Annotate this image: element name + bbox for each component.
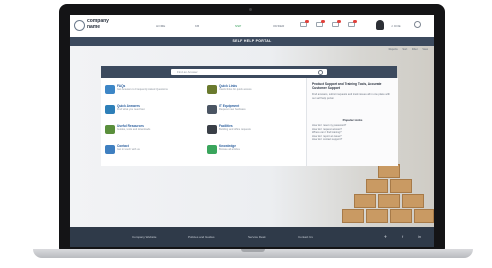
search-bar[interactable]: Find an Answer [171,69,327,75]
ticket-icon[interactable] [332,20,341,28]
search-panel: Find an Answer [101,66,397,78]
wood-block [366,179,388,193]
tile-knowledge[interactable]: Knowledge Browse all articles [207,144,303,160]
toolbar-view[interactable]: View [422,48,428,51]
company-logo-text[interactable]: company name [87,18,109,30]
facilities-icon [207,125,217,134]
tile-faqs[interactable]: FAQs Get Answers to Frequently Asked Que… [105,84,201,100]
toolbar-reports[interactable]: Reports [389,48,398,51]
toolbar: Reports Sort Filter View [385,48,428,51]
page-title: SELF HELP PORTAL [232,39,272,43]
tile-desc: Request new hardware [219,108,246,111]
search-icon[interactable] [318,70,323,75]
toolbar-filter[interactable]: Filter [412,48,418,51]
tile-quick-links[interactable]: Quick Links Useful links for quick acces… [207,84,303,100]
service-tiles: FAQs Get Answers to Frequently Asked Que… [101,78,306,166]
facebook-icon[interactable]: f [400,234,405,239]
tile-desc: Browse all articles [219,148,240,151]
tile-useful-resources[interactable]: Useful Resources Guides, tools and downl… [105,124,201,140]
faq-icon [105,85,115,94]
tile-quick-answers[interactable]: Quick Answers Find what you need fast [105,104,201,120]
nav-item-kb[interactable]: KB [195,24,199,28]
laptop-notch [241,249,265,252]
tile-desc: Get Answers to Frequently Asked Question… [117,88,168,91]
tile-contact[interactable]: Contact Get in touch with us [105,144,201,160]
wood-block [390,179,412,193]
sidebar-heading: Product Support and Training Tools, Accu… [312,82,382,90]
knowledge-icon [207,145,217,154]
alert-icon[interactable] [316,20,325,28]
footer-link[interactable]: Contact Us [298,235,313,239]
resources-icon [105,125,115,134]
toolbar-sort[interactable]: Sort [402,48,407,51]
sidebar-paragraph: Find answers, submit requests and track … [312,93,390,100]
search-input[interactable]: Find an Answer [177,70,198,74]
tile-desc: Find what you need fast [117,108,145,111]
wood-block [342,209,364,223]
popular-links-list: How do I reset my password? How do I req… [312,124,346,142]
wood-block [354,194,376,208]
webcam [249,8,252,11]
nav-item-order[interactable]: ORDER [273,24,284,28]
laptop-base [33,249,473,258]
tile-facilities[interactable]: Facilities Building and office requests [207,124,303,140]
list-item[interactable]: How do I contact support? [312,138,346,142]
equipment-icon [207,105,217,114]
nav-item-home[interactable]: HOME [156,24,165,28]
tile-it-equipment[interactable]: IT Equipment Request new hardware [207,104,303,120]
tile-desc: Useful links for quick access [219,88,252,91]
wood-block [378,164,400,178]
nav-item-ssp[interactable]: SSP [235,24,241,28]
wood-block [366,209,388,223]
info-sidebar: Product Support and Training Tools, Accu… [306,78,398,166]
calendar-icon[interactable] [348,20,357,28]
top-navigation: company name HOME KB SSP ORDER J. DOE [70,15,434,38]
laptop-screen: company name HOME KB SSP ORDER J. DOE SE… [70,15,434,247]
wood-block [390,209,412,223]
twitter-icon[interactable]: ✈ [383,234,388,239]
wood-block [402,194,424,208]
tile-desc: Building and office requests [219,128,251,131]
tile-desc: Get in touch with us [117,148,140,151]
brand-line2: name [87,24,101,30]
avatar[interactable] [376,20,384,30]
wood-block [378,194,400,208]
footer-link[interactable]: Policies and Guides [188,235,215,239]
wood-block [414,209,434,223]
links-icon [207,85,217,94]
company-logo-icon[interactable] [74,20,85,31]
laptop-bezel: company name HOME KB SSP ORDER J. DOE SE… [59,4,445,250]
inbox-icon[interactable] [300,20,309,28]
sidebar-subheading: Popular Links [342,118,363,122]
footer: Company Website Policies and Guides Serv… [70,227,434,247]
linkedin-icon[interactable]: in [417,234,422,239]
footer-link[interactable]: Company Website [132,235,156,239]
answers-icon [105,105,115,114]
user-name[interactable]: J. DOE [391,24,401,28]
footer-link[interactable]: Service Desk [248,235,266,239]
contact-icon [105,145,115,154]
portal-title-bar: SELF HELP PORTAL [70,37,434,46]
hero-area: Reports Sort Filter View Find an Answer [70,46,434,227]
tile-desc: Guides, tools and downloads [117,128,151,131]
gear-icon[interactable] [414,21,421,28]
